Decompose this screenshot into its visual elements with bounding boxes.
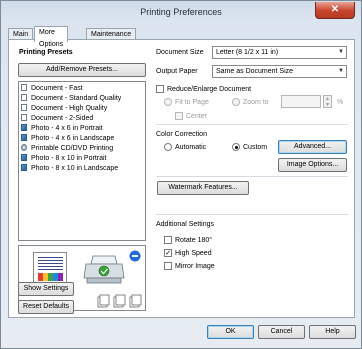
preset-label: Document - Fast [31,85,83,92]
document-size-select[interactable]: Letter (8 1/2 x 11 in) ▼ [212,46,347,59]
divider [156,124,348,125]
center-checkbox[interactable] [175,112,183,120]
preset-label: Document - 2-Sided [31,115,94,122]
preset-item-photo-8x10-landscape[interactable]: Photo - 8 x 10 in Landscape [21,164,118,174]
info-icon [129,250,141,262]
preset-item-document-high[interactable]: Document - High Quality [21,104,107,114]
photo-icon [21,164,27,171]
divider [156,214,348,215]
preset-item-cd-dvd[interactable]: Printable CD/DVD Printing [21,144,113,154]
photo-icon [21,154,27,161]
document-icon [21,114,27,121]
automatic-radio[interactable] [164,143,172,151]
document-icon [21,104,27,111]
preset-item-document-standard[interactable]: Document - Standard Quality [21,94,121,104]
watermark-features-button[interactable]: Watermark Features... [157,181,249,195]
printing-preferences-window: Printing Preferences ✕ Main More Options… [0,0,362,349]
additional-settings-heading: Additional Settings [156,221,214,228]
fit-to-page-radio[interactable] [164,98,172,106]
document-icon [21,94,27,101]
reset-defaults-button[interactable]: Reset Defaults [18,300,74,314]
document-size-value: Letter (8 1/2 x 11 in) [216,49,279,56]
custom-radio[interactable] [232,143,240,151]
high-speed-label: High Speed [175,250,212,257]
advanced-button[interactable]: Advanced... [278,140,347,154]
add-remove-presets-button[interactable]: Add/Remove Presets... [18,63,146,77]
image-options-button[interactable]: Image Options... [278,158,347,172]
help-button[interactable]: Help [309,325,356,339]
preset-label: Photo - 4 x 6 in Landscape [31,135,115,142]
rotate-180-label: Rotate 180° [175,237,213,244]
title-bar: Printing Preferences ✕ [1,1,361,25]
output-paper-select[interactable]: Same as Document Size ▼ [212,65,347,78]
output-paper-value: Same as Document Size [216,68,294,75]
mirror-image-checkbox[interactable] [164,262,172,270]
document-size-label: Document Size [156,49,204,56]
automatic-label: Automatic [175,144,207,151]
zoom-to-radio[interactable] [232,98,240,106]
zoom-spinner[interactable]: ▲ ▼ [323,95,332,108]
tab-more-options[interactable]: More Options [34,26,69,48]
zoom-percent-input[interactable] [281,95,321,108]
presets-list[interactable]: Document - Fast Document - Standard Qual… [18,81,146,241]
preset-label: Photo - 8 x 10 in Landscape [31,165,119,172]
more-options-panel: Printing Presets Add/Remove Presets... D… [8,39,355,318]
preset-item-photo-4x6-portrait[interactable]: Photo - 4 x 6 in Portrait [21,124,103,134]
preset-label: Document - Standard Quality [31,95,122,102]
percent-label: % [337,99,344,106]
document-icon [21,84,27,91]
ok-button[interactable]: OK [207,325,254,339]
center-label: Center [186,113,208,120]
chevron-down-icon: ▼ [338,49,344,55]
preset-label: Photo - 4 x 6 in Portrait [31,125,103,132]
preset-label: Printable CD/DVD Printing [31,145,114,152]
rotate-180-checkbox[interactable] [164,236,172,244]
show-settings-button[interactable]: Show Settings [18,282,74,296]
high-speed-checkbox[interactable]: ✓ [164,249,172,257]
custom-label: Custom [243,144,268,151]
copies-icon [97,294,142,308]
divider [156,176,348,177]
photo-icon [21,124,27,131]
chevron-down-icon: ▼ [338,68,344,74]
zoom-to-label: Zoom to [243,99,269,106]
printer-icon [83,255,125,284]
disc-icon [21,144,27,151]
preset-label: Document - High Quality [31,105,108,112]
color-correction-heading: Color Correction [156,131,207,138]
cancel-button[interactable]: Cancel [258,325,305,339]
fit-to-page-label: Fit to Page [175,99,209,106]
preset-item-photo-8x10-portrait[interactable]: Photo - 8 x 10 in Portrait [21,154,106,164]
preset-item-document-fast[interactable]: Document - Fast [21,84,83,94]
mirror-image-label: Mirror Image [175,263,215,270]
reduce-enlarge-label: Reduce/Enlarge Document [167,86,252,93]
preset-label: Photo - 8 x 10 in Portrait [31,155,107,162]
preset-item-document-2sided[interactable]: Document - 2-Sided [21,114,93,124]
window-title: Printing Preferences [140,7,222,17]
reduce-enlarge-checkbox[interactable] [156,85,164,93]
preset-item-photo-4x6-landscape[interactable]: Photo - 4 x 6 in Landscape [21,134,114,144]
photo-icon [21,134,27,141]
output-paper-label: Output Paper [156,68,198,75]
close-button[interactable]: ✕ [315,2,355,19]
